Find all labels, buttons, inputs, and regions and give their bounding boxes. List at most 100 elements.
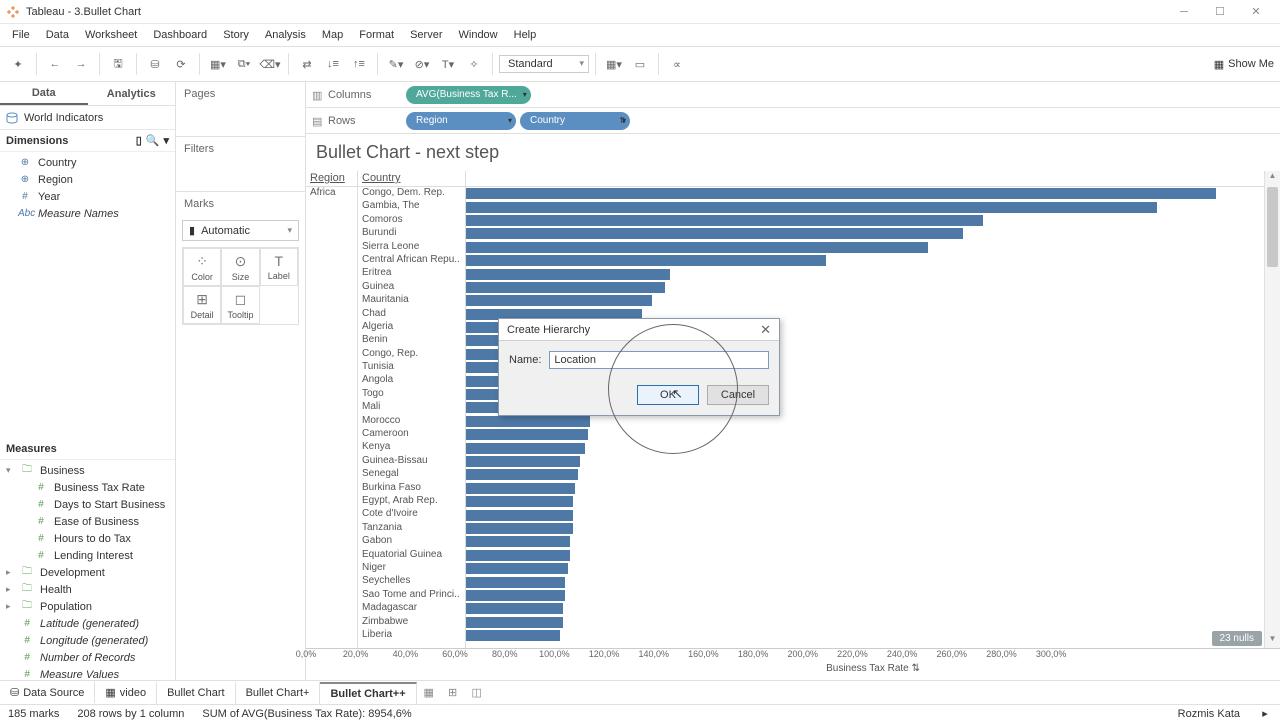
bar[interactable] — [466, 468, 1264, 481]
country-cell[interactable]: Guinea-Bissau — [358, 455, 465, 468]
measure-folder[interactable]: ▸🗀Health — [0, 581, 175, 598]
marks-size[interactable]: ⊙Size — [221, 248, 259, 286]
country-cell[interactable]: Congo, Rep. — [358, 348, 465, 361]
bar[interactable] — [466, 441, 1264, 454]
sheet-tab[interactable]: Bullet Chart++ — [320, 682, 416, 704]
name-input[interactable] — [549, 351, 769, 369]
data-source-tab[interactable]: ⛁ Data Source — [0, 682, 95, 703]
pill[interactable]: Region▾ — [406, 112, 516, 130]
country-cell[interactable]: Seychelles — [358, 575, 465, 588]
country-cell[interactable]: Kenya — [358, 441, 465, 454]
dimension-field[interactable]: ⊕Country — [0, 154, 175, 171]
marks-label[interactable]: TLabel — [260, 248, 298, 286]
country-cell[interactable]: Sierra Leone — [358, 241, 465, 254]
country-cell[interactable]: Equatorial Guinea — [358, 549, 465, 562]
bar[interactable] — [466, 267, 1264, 280]
measure-folder[interactable]: ▸🗀Population — [0, 598, 175, 615]
new-datasource-button[interactable]: ⛁ — [143, 52, 167, 76]
back-button[interactable]: ← — [43, 52, 67, 76]
measure-field[interactable]: #Lending Interest — [0, 547, 175, 564]
bar[interactable] — [466, 415, 1264, 428]
country-cell[interactable]: Mali — [358, 401, 465, 414]
dimension-field[interactable]: #Year — [0, 188, 175, 205]
measure-field[interactable]: #Measure Values — [0, 666, 175, 680]
data-tab[interactable]: Data — [0, 82, 88, 105]
presentation-button[interactable]: ▭ — [628, 52, 652, 76]
bar[interactable] — [466, 602, 1264, 615]
menu-help[interactable]: Help — [506, 26, 545, 44]
menu-analysis[interactable]: Analysis — [257, 26, 314, 44]
bar[interactable] — [466, 482, 1264, 495]
totals-button[interactable]: T▾ — [436, 52, 460, 76]
filters-shelf[interactable]: Filters — [176, 137, 305, 161]
country-cell[interactable]: Guinea — [358, 281, 465, 294]
columns-shelf[interactable]: Columns — [306, 89, 406, 101]
country-cell[interactable]: Comoros — [358, 214, 465, 227]
measure-field[interactable]: #Hours to do Tax — [0, 530, 175, 547]
bar[interactable] — [466, 562, 1264, 575]
swap-button[interactable]: ⇄ — [295, 52, 319, 76]
country-cell[interactable]: Cameroon — [358, 428, 465, 441]
new-worksheet-button[interactable]: ▦▾ — [206, 52, 230, 76]
marks-detail[interactable]: ⊞Detail — [183, 286, 221, 324]
sheet-title[interactable]: Bullet Chart - next step — [306, 134, 1280, 171]
datasource-row[interactable]: World Indicators — [0, 106, 175, 130]
marks-type-select[interactable]: ▮ Automatic — [182, 220, 299, 241]
region-cell[interactable]: Africa — [306, 187, 357, 200]
bar[interactable] — [466, 508, 1264, 521]
menu-data[interactable]: Data — [38, 26, 77, 44]
menu-story[interactable]: Story — [215, 26, 257, 44]
clear-button[interactable]: ⌫▾ — [258, 52, 282, 76]
close-button[interactable]: ✕ — [1238, 0, 1274, 24]
bar[interactable] — [466, 187, 1264, 200]
bar[interactable] — [466, 294, 1264, 307]
menu-dashboard[interactable]: Dashboard — [145, 26, 215, 44]
menu-icon[interactable]: ▾ — [163, 134, 169, 147]
bar[interactable] — [466, 227, 1264, 240]
bar[interactable] — [466, 535, 1264, 548]
country-cell[interactable]: Zimbabwe — [358, 616, 465, 629]
dialog-close-button[interactable]: ✕ — [760, 322, 771, 338]
nulls-badge[interactable]: 23 nulls — [1212, 631, 1262, 646]
menu-server[interactable]: Server — [402, 26, 450, 44]
x-axis-label[interactable]: Business Tax Rate ⇅ — [306, 663, 1280, 674]
measure-folder[interactable]: ▾🗀Business — [0, 462, 175, 479]
bar[interactable] — [466, 428, 1264, 441]
new-story-button[interactable]: ◫ — [465, 686, 489, 699]
view-icon[interactable]: ▯ — [136, 134, 142, 147]
measure-field[interactable]: #Days to Start Business — [0, 496, 175, 513]
refresh-button[interactable]: ⟳ — [169, 52, 193, 76]
country-cell[interactable]: Egypt, Arab Rep. — [358, 495, 465, 508]
bar[interactable] — [466, 549, 1264, 562]
country-cell[interactable]: Togo — [358, 388, 465, 401]
country-cell[interactable]: Congo, Dem. Rep. — [358, 187, 465, 200]
sheet-tab[interactable]: Bullet Chart+ — [236, 682, 321, 704]
rows-shelf[interactable]: Rows — [306, 115, 406, 127]
menu-map[interactable]: Map — [314, 26, 351, 44]
maximize-button[interactable]: ☐ — [1202, 0, 1238, 24]
scroll-down-icon[interactable]: ▼ — [1265, 634, 1280, 648]
measure-field[interactable]: #Number of Records — [0, 649, 175, 666]
country-cell[interactable]: Eritrea — [358, 267, 465, 280]
bar[interactable] — [466, 214, 1264, 227]
country-cell[interactable]: Mauritania — [358, 294, 465, 307]
scroll-up-icon[interactable]: ▲ — [1265, 171, 1280, 185]
menu-format[interactable]: Format — [351, 26, 402, 44]
fix-button[interactable]: ✧ — [462, 52, 486, 76]
share-button[interactable]: ∝ — [665, 52, 689, 76]
new-dashboard-button[interactable]: ⊞ — [441, 686, 465, 699]
country-cell[interactable]: Tanzania — [358, 522, 465, 535]
country-cell[interactable]: Central African Repu.. — [358, 254, 465, 267]
scroll-thumb[interactable] — [1267, 187, 1278, 267]
pill[interactable]: Country⇅▾ — [520, 112, 630, 130]
country-cell[interactable]: Chad — [358, 308, 465, 321]
measure-field[interactable]: #Business Tax Rate — [0, 479, 175, 496]
sort-desc-button[interactable]: ↑≡ — [347, 52, 371, 76]
bar[interactable] — [466, 575, 1264, 588]
country-cell[interactable]: Burundi — [358, 227, 465, 240]
menu-window[interactable]: Window — [451, 26, 506, 44]
marks-color[interactable]: ⁘Color — [183, 248, 221, 286]
bar[interactable] — [466, 281, 1264, 294]
country-cell[interactable]: Gabon — [358, 535, 465, 548]
bar[interactable] — [466, 200, 1264, 213]
